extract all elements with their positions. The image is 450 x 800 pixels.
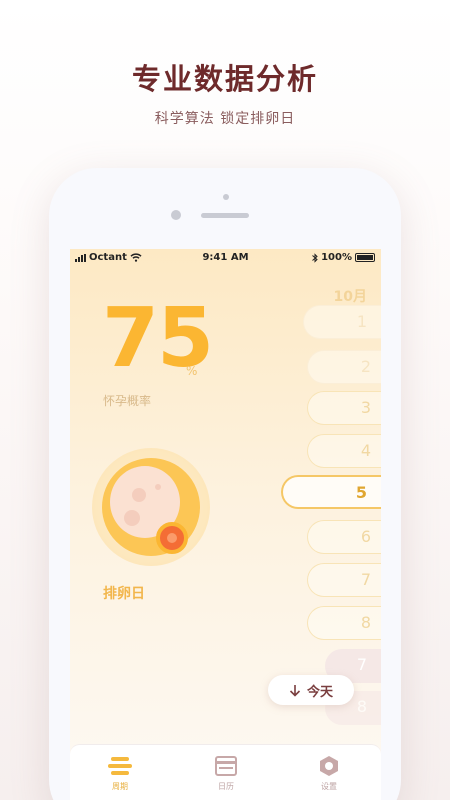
tab-bar: 周期 日历 设置 xyxy=(70,744,381,800)
tab-cycle[interactable]: 周期 xyxy=(90,755,150,792)
settings-icon xyxy=(320,756,338,776)
phone-sensor xyxy=(223,194,229,200)
app-screen: Octant 9:41 AM 100% 10月 1 2 3 4 5 6 7 8 … xyxy=(70,249,381,800)
today-button[interactable]: 今天 xyxy=(268,675,354,705)
probability-unit: % xyxy=(186,364,198,378)
ovulation-egg-illustration xyxy=(92,448,210,566)
today-button-label: 今天 xyxy=(306,684,333,700)
day-item-selected[interactable]: 5 xyxy=(281,475,381,509)
probability-label: 怀孕概率 xyxy=(103,394,152,408)
tab-calendar[interactable]: 日历 xyxy=(196,755,256,792)
day-item[interactable]: 2 xyxy=(307,350,381,384)
cycle-icon xyxy=(108,757,132,775)
promo-subline: 科学算法 锁定排卵日 xyxy=(154,111,296,127)
day-item[interactable]: 8 xyxy=(307,606,381,640)
promo-headline: 专业数据分析 xyxy=(131,62,318,96)
phone-frame: Octant 9:41 AM 100% 10月 1 2 3 4 5 6 7 8 … xyxy=(49,168,401,800)
day-item[interactable]: 4 xyxy=(307,434,381,468)
tab-settings[interactable]: 设置 xyxy=(299,755,359,792)
day-item[interactable]: 3 xyxy=(307,391,381,425)
calendar-icon xyxy=(215,756,237,776)
phone-camera xyxy=(171,210,181,220)
phone-speaker xyxy=(201,213,249,218)
ovulation-day-label: 排卵日 xyxy=(103,586,145,602)
arrow-down-icon xyxy=(289,684,301,697)
day-item[interactable]: 6 xyxy=(307,520,381,554)
day-item[interactable]: 1 xyxy=(303,305,381,339)
day-item[interactable]: 7 xyxy=(307,563,381,597)
